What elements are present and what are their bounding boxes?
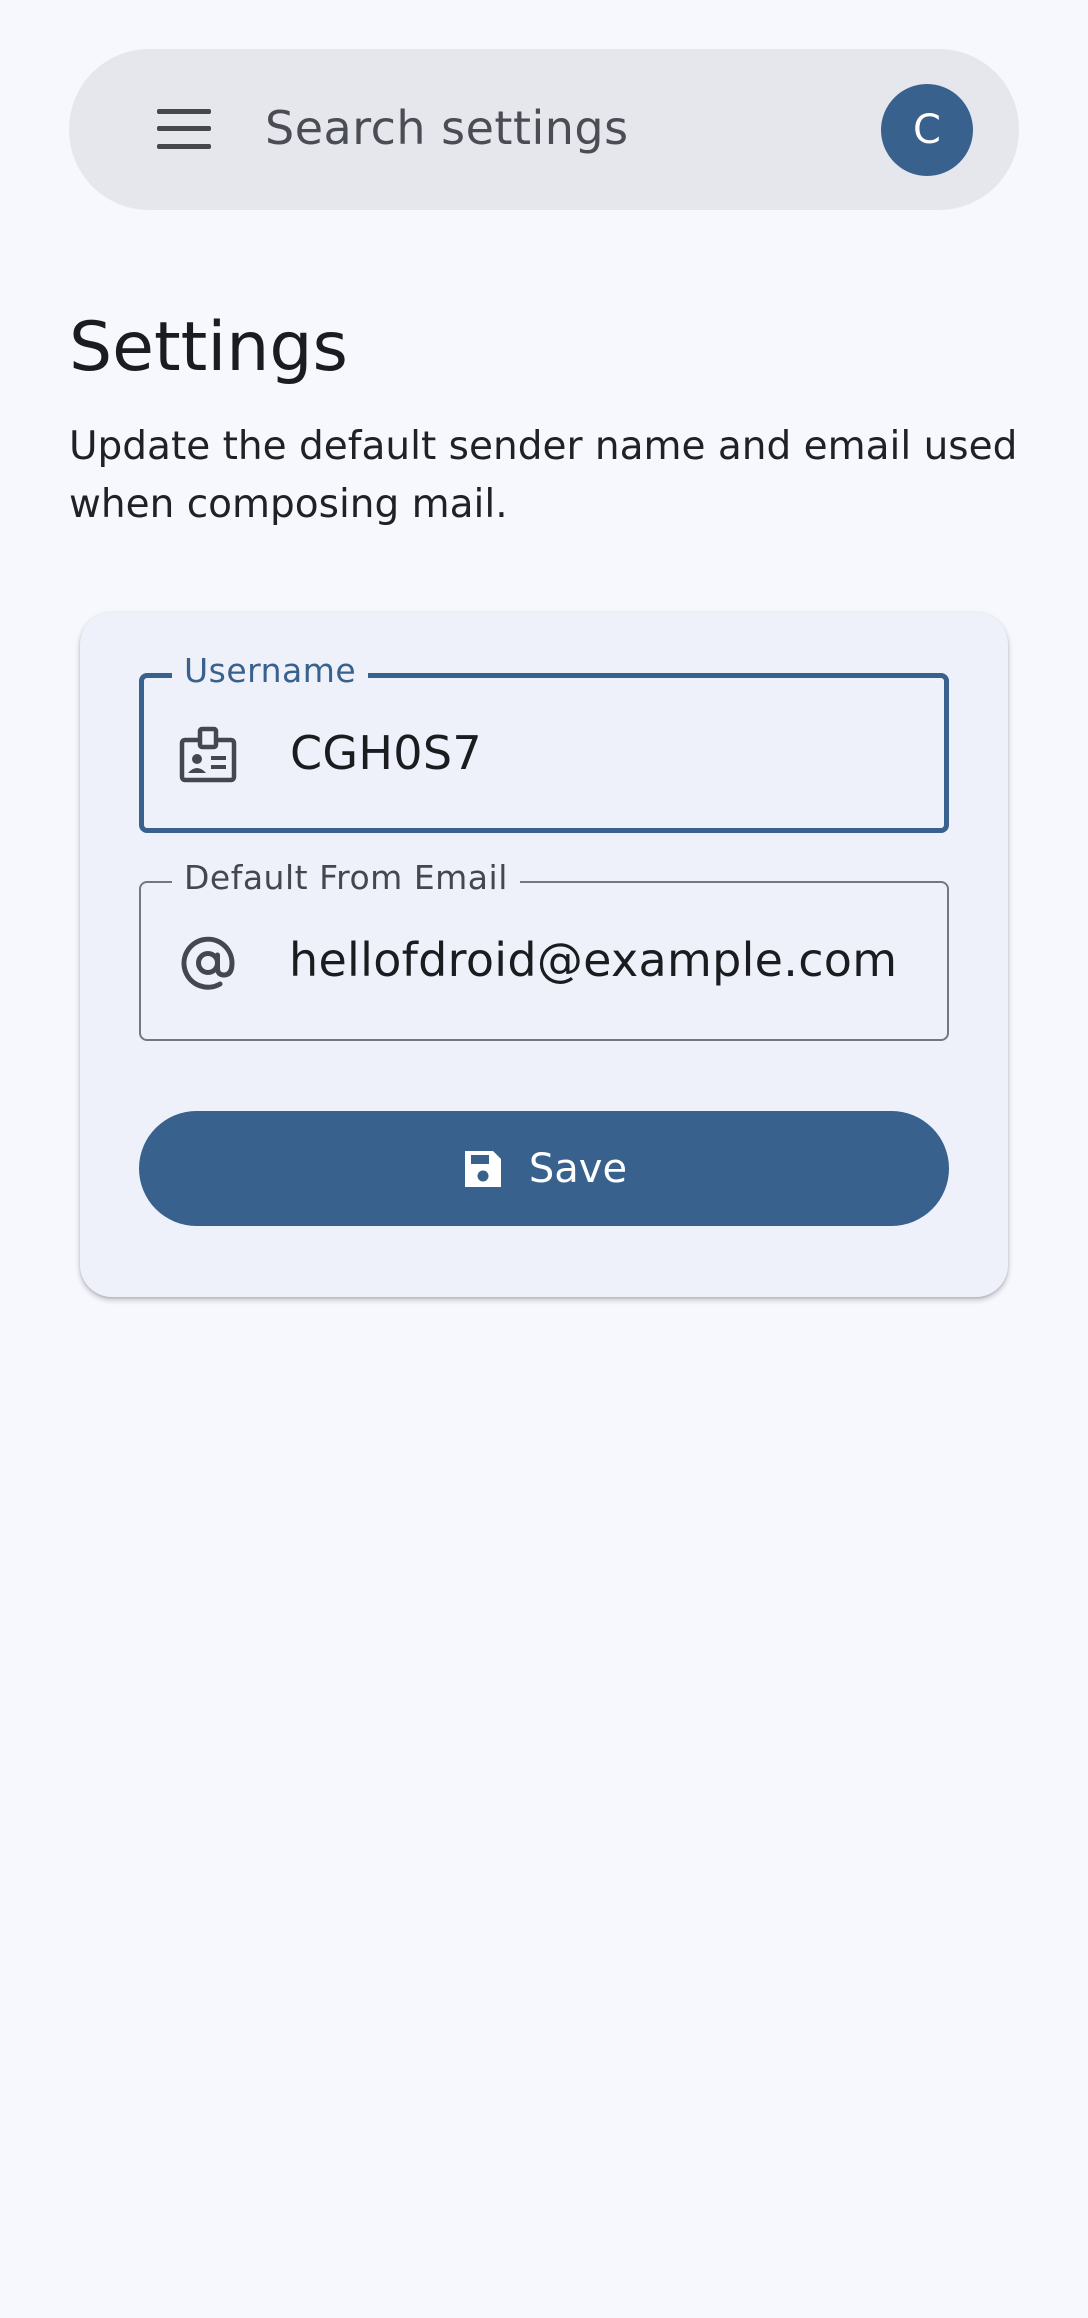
search-bar[interactable]: Search settings C (69, 49, 1019, 210)
default-email-label: Default From Email (172, 858, 520, 898)
settings-page: Search settings C Settings Update the de… (0, 0, 1088, 2318)
save-label: Save (528, 1145, 628, 1192)
default-email-input[interactable]: hellofdroid@example.com (289, 931, 897, 989)
save-button[interactable]: Save (139, 1111, 949, 1226)
menu-icon[interactable] (157, 109, 211, 149)
username-label: Username (172, 651, 369, 691)
default-email-field[interactable]: Default From Email hellofdroid@example.c… (139, 858, 949, 1041)
page-description: Update the default sender name and email… (69, 424, 1018, 527)
settings-card: Username CGH0S7 Default From Email hello… (80, 612, 1008, 1297)
search-input[interactable]: Search settings (265, 99, 629, 157)
save-icon (464, 1150, 501, 1187)
avatar[interactable]: C (881, 84, 973, 176)
username-field[interactable]: Username CGH0S7 (139, 651, 949, 833)
page-title: Settings (69, 308, 348, 387)
badge-icon (179, 726, 237, 783)
at-sign-icon (181, 936, 235, 990)
username-input[interactable]: CGH0S7 (290, 724, 482, 782)
